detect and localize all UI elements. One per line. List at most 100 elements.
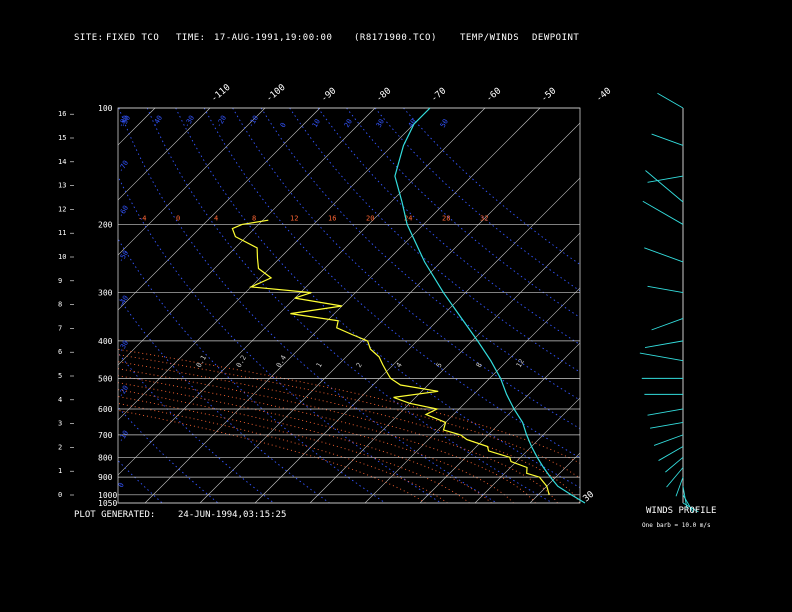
isotherm-line <box>0 108 45 503</box>
pressure-tick-label: 900 <box>98 473 113 482</box>
moist-adiabat-label: 28 <box>442 214 450 222</box>
isotherm-line <box>585 108 792 503</box>
isotherm-line <box>640 108 792 503</box>
height-tick-label: 10 <box>58 253 66 261</box>
isotherm-line <box>419 342 580 503</box>
isotherm-line <box>750 108 792 503</box>
left-adiabat-label: -60 <box>117 204 130 219</box>
temp-tick-top: -80 <box>375 86 394 104</box>
height-tick-label: 12 <box>58 205 66 213</box>
generated-label: PLOT GENERATED: <box>74 510 156 520</box>
dry-adiabat-label: 0 <box>279 121 288 129</box>
moist-adiabat-label: 32 <box>480 214 488 222</box>
dry-adiabat <box>289 108 580 373</box>
dry-adiabat-label: -10 <box>247 114 260 129</box>
height-tick-label: 7 <box>58 324 62 332</box>
mixing-ratio-label: 4 <box>395 361 404 369</box>
height-tick-label: 15 <box>58 134 66 142</box>
isotherm-line <box>0 108 100 503</box>
wind-barb <box>650 421 684 429</box>
dry-adiabat-label: 10 <box>311 118 322 129</box>
mixing-ratio-label: 0.4 <box>275 354 288 369</box>
dry-adiabat <box>118 352 275 503</box>
dry-adiabat <box>118 108 498 503</box>
isotherm-line <box>529 452 580 503</box>
dry-adiabat <box>374 108 580 292</box>
generated-value: 24-JUN-1994,03:15:25 <box>178 510 287 520</box>
moist-adiabat <box>118 389 492 503</box>
height-tick-label: 6 <box>58 348 62 356</box>
height-tick-label: 2 <box>58 443 62 451</box>
winds-title: WINDS PROFILE <box>646 506 717 516</box>
dry-adiabat <box>118 406 219 503</box>
left-adiabat-label: -70 <box>117 159 130 174</box>
isotherm-line <box>474 397 580 503</box>
height-tick-label: 4 <box>58 396 62 404</box>
height-tick-label: 3 <box>58 420 62 428</box>
moist-adiabat-label: 0 <box>176 214 180 222</box>
moist-adiabat <box>118 348 580 464</box>
plot-frame <box>117 107 581 504</box>
temp-tick-top: -90 <box>320 86 339 104</box>
wind-barb <box>657 92 684 109</box>
wind-barb <box>644 247 684 263</box>
dry-adiabat-label: -20 <box>215 114 228 129</box>
temp-tick-top: -110 <box>210 83 233 105</box>
mixing-ratio-label: 8 <box>475 361 484 369</box>
moist-adiabat <box>118 375 536 503</box>
moist-adiabat-label: 12 <box>290 214 298 222</box>
pressure-tick-label: 300 <box>98 289 113 298</box>
isotherm-line <box>118 108 321 311</box>
dry-adiabat <box>118 296 330 503</box>
pressure-tick-label: 800 <box>98 453 113 462</box>
temp-tick-top: -40 <box>595 86 614 104</box>
height-tick-label: 0 <box>58 491 62 499</box>
pressure-tick-label: 500 <box>98 374 113 383</box>
height-tick-label: 1 <box>58 467 62 475</box>
wind-barb <box>639 352 684 362</box>
height-tick-label: 11 <box>58 229 66 237</box>
moist-adiabat-label: 4 <box>214 214 218 222</box>
temperature-profile <box>394 107 586 504</box>
left-adiabat-label: -20 <box>117 384 130 399</box>
height-tick-label: 9 <box>58 277 62 285</box>
moist-adiabat-label: 16 <box>328 214 336 222</box>
wind-barb <box>653 434 684 446</box>
temp-tick-top: -50 <box>540 86 559 104</box>
wind-barb <box>642 200 684 225</box>
isotherm-line <box>118 108 266 256</box>
pressure-tick-label: 1050 <box>98 499 117 508</box>
moist-adiabat-label: 20 <box>366 214 374 222</box>
temp-tick-top: -100 <box>265 83 288 105</box>
dry-adiabat-label: 20 <box>343 118 354 129</box>
height-tick-label: 8 <box>58 301 62 309</box>
moist-adiabat-label: -4 <box>138 214 146 222</box>
left-adiabat-label: -50 <box>117 249 130 264</box>
wind-barb <box>647 408 684 416</box>
pressure-tick-label: 200 <box>98 220 113 229</box>
dry-adiabat <box>317 108 580 346</box>
temp-tick-top: -70 <box>430 86 449 104</box>
temp-tick-top: -60 <box>485 86 504 104</box>
winds-note: One barb = 10.0 m/s <box>642 522 711 529</box>
height-tick-label: 16 <box>58 110 66 118</box>
dry-adiabat <box>0 108 107 503</box>
mixing-ratio-label: 1 <box>315 361 324 369</box>
pressure-tick-label: 700 <box>98 431 113 440</box>
wind-barb <box>675 476 684 497</box>
mixing-ratio-label: 2 <box>355 361 364 369</box>
pressure-tick-label: 600 <box>98 405 113 414</box>
isotherm-line <box>118 108 486 476</box>
dry-adiabat <box>232 108 580 430</box>
dry-adiabat-label: 50 <box>439 118 450 129</box>
moist-adiabat <box>118 409 426 503</box>
wind-barb <box>651 318 684 331</box>
mixing-ratio-label: 5 <box>435 361 444 369</box>
dry-adiabat <box>346 108 580 318</box>
isotherm-line <box>695 108 792 503</box>
pressure-tick-label: 100 <box>98 104 113 113</box>
left-adiabat-label: -40 <box>117 294 130 309</box>
wind-barb <box>651 133 684 146</box>
isotherm-line <box>118 108 156 146</box>
isotherm-line <box>118 108 211 201</box>
